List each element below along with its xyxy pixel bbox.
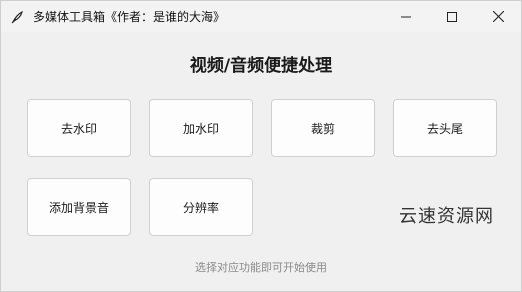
add-background-music-button[interactable]: 添加背景音 <box>27 178 131 236</box>
maximize-button[interactable] <box>429 1 475 32</box>
window-title: 多媒体工具箱《作者：是谁的大海》 <box>33 10 226 24</box>
window-controls <box>383 1 521 32</box>
close-icon <box>492 7 504 26</box>
remove-watermark-button[interactable]: 去水印 <box>27 99 131 157</box>
crop-button[interactable]: 裁剪 <box>271 99 375 157</box>
add-watermark-button[interactable]: 加水印 <box>149 99 253 157</box>
resolution-button[interactable]: 分辨率 <box>149 178 253 236</box>
app-window: 多媒体工具箱《作者：是谁的大海》 视频/音频便捷处理 去水印 加水印 裁剪 去头… <box>0 0 522 292</box>
trim-head-tail-button[interactable]: 去头尾 <box>393 99 497 157</box>
watermark-text: 云速资源网 <box>399 206 494 227</box>
feather-icon <box>9 9 25 25</box>
hint-text: 选择对应功能即可开始使用 <box>195 261 327 274</box>
minimize-icon <box>401 7 411 26</box>
minimize-button[interactable] <box>383 1 429 32</box>
close-button[interactable] <box>475 1 521 32</box>
page-title: 视频/音频便捷处理 <box>189 56 333 76</box>
maximize-icon <box>447 7 457 26</box>
title-bar[interactable]: 多媒体工具箱《作者：是谁的大海》 <box>1 1 521 32</box>
